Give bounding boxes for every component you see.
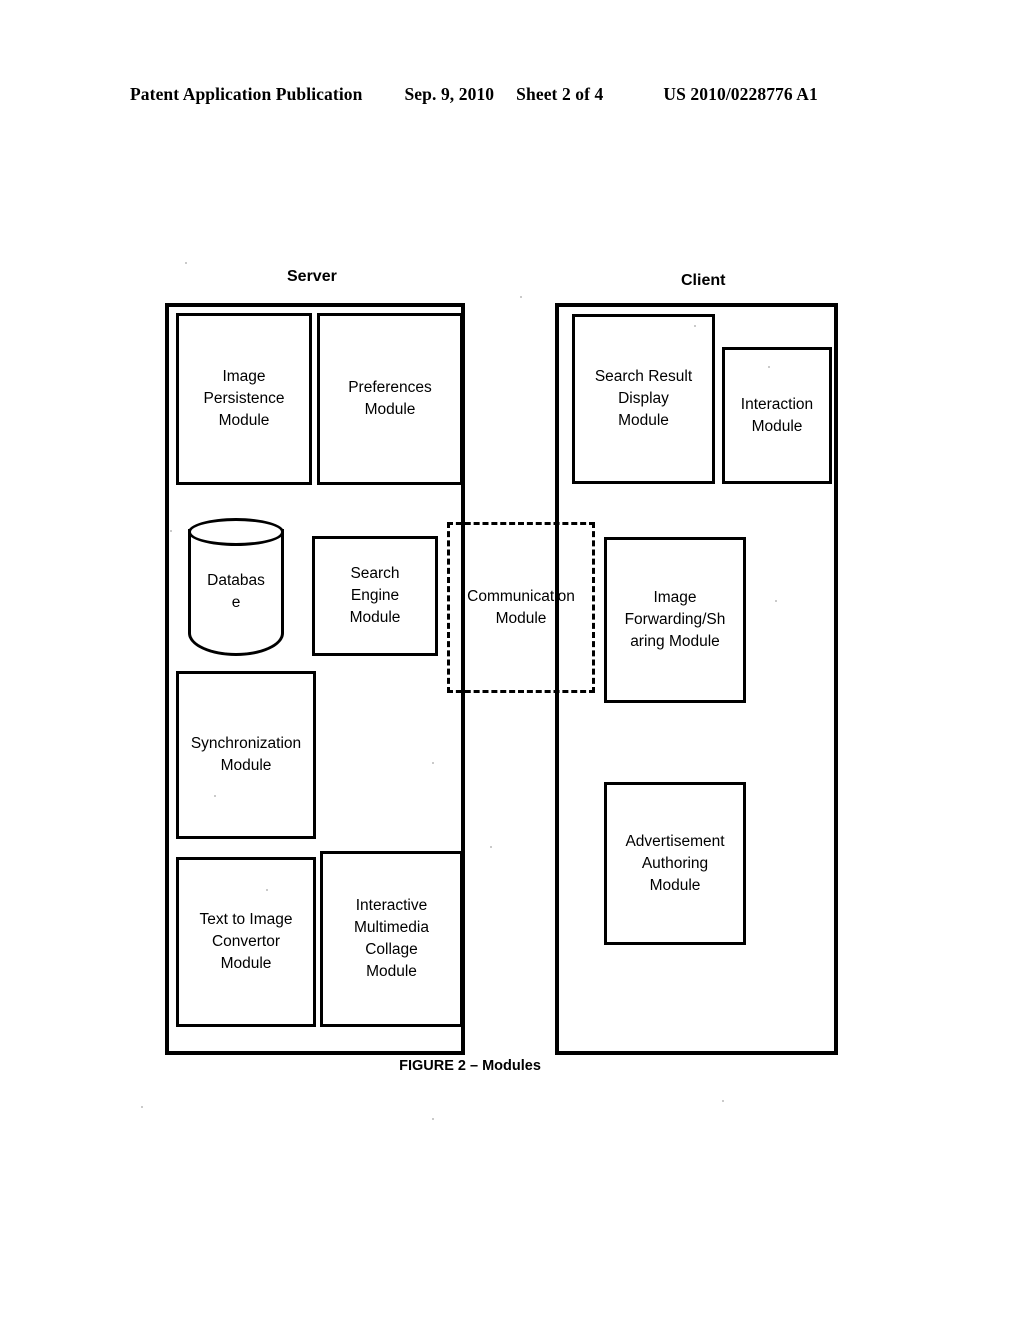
figure-2-modules-diagram: Server Client Image Persistence Module P… — [0, 0, 1024, 1320]
scan-speck — [722, 1100, 724, 1102]
module-communication[interactable]: Communicat​ion Module — [447, 522, 595, 693]
module-search-engine[interactable]: Search Engine Module — [312, 536, 438, 656]
module-interactive-multimedia-collage[interactable]: Interactive Multimedia Collage Module — [320, 851, 463, 1027]
module-image-forwarding-sharing[interactable]: Image Forwarding/Sh aring Module — [604, 537, 746, 703]
scan-speck — [490, 846, 492, 848]
scan-speck — [266, 889, 268, 891]
scan-speck — [141, 1106, 143, 1108]
module-preferences[interactable]: Preferences Module — [317, 313, 463, 485]
module-advertisement-authoring[interactable]: Advertisement Authoring Module — [604, 782, 746, 945]
scan-speck — [432, 762, 434, 764]
module-image-persistence[interactable]: Image Persistence Module — [176, 313, 312, 485]
scan-speck — [775, 600, 777, 602]
database-label: Databas e — [207, 572, 265, 612]
module-synchronization[interactable]: Synchronization Module — [176, 671, 316, 839]
scan-speck — [214, 795, 216, 797]
module-interaction[interactable]: Interaction Module — [722, 347, 832, 484]
scan-speck — [170, 530, 172, 532]
scan-speck — [432, 1118, 434, 1120]
cylinder-top-ellipse — [188, 518, 284, 546]
figure-caption: FIGURE 2 – Modules — [399, 1058, 541, 1074]
module-search-result-display-label: Search Result Display Module — [594, 368, 693, 429]
module-interactive-multimedia-collage-label: Interactive Multimedia Collage Module — [354, 897, 429, 980]
module-text-to-image-convertor-label: Text to Image Convertor Module — [199, 911, 293, 972]
scan-speck — [185, 262, 187, 264]
module-search-engine-label: Search Engine Module — [349, 565, 401, 626]
scan-speck — [520, 296, 522, 298]
module-preferences-label: Preferences Module — [348, 379, 432, 418]
module-search-result-display[interactable]: Search Result Display Module — [572, 314, 715, 484]
module-text-to-image-convertor[interactable]: Text to Image Convertor Module — [176, 857, 316, 1027]
module-interaction-label: Interaction Module — [740, 395, 814, 435]
server-region-label: Server — [287, 268, 337, 285]
client-region-label: Client — [681, 272, 726, 289]
module-image-persistence-label: Image Persistence Module — [203, 368, 285, 429]
module-synchronization-label: Synchronization Module — [190, 735, 302, 774]
database-cylinder[interactable]: Databas e — [188, 518, 284, 656]
module-image-forwarding-sharing-label: Image Forwarding/Sh aring Module — [624, 589, 726, 650]
module-advertisement-authoring-label: Advertisement Authoring Module — [625, 832, 725, 894]
module-communication-label: Communicat​ion Module — [467, 587, 575, 627]
scan-speck — [768, 366, 770, 368]
scan-speck — [694, 325, 696, 327]
